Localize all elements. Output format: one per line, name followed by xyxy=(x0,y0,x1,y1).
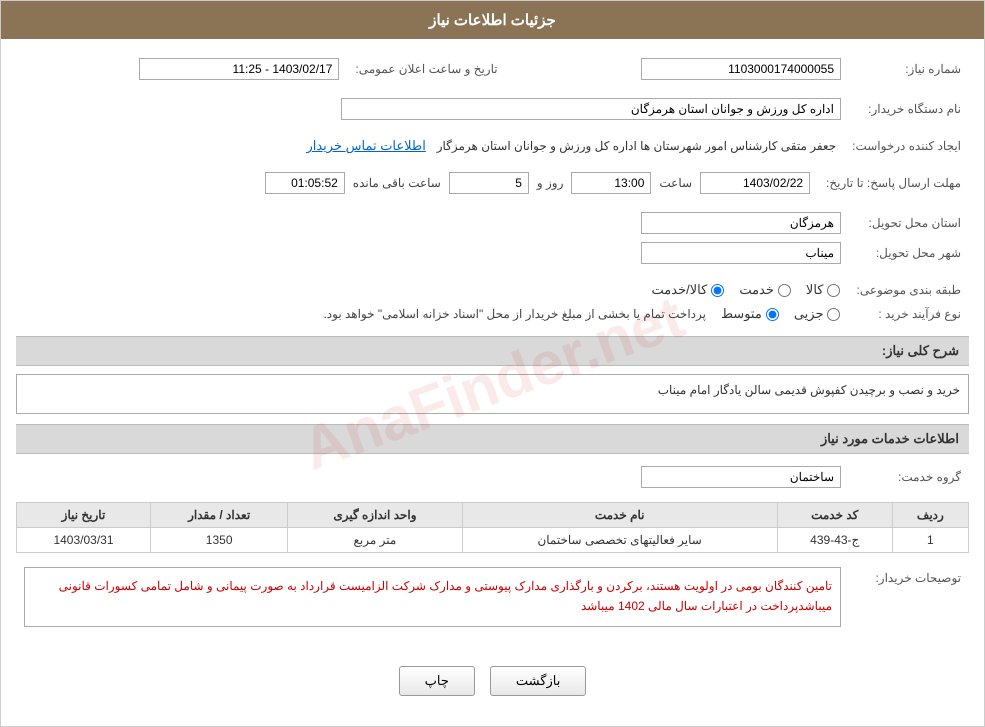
radio-motovaset[interactable] xyxy=(766,308,779,321)
shomara-input[interactable] xyxy=(641,58,841,80)
table-row: 1ج-43-439سایر فعالیتهای تخصصی ساختمانمتر… xyxy=(17,528,969,553)
label-shahr: شهر محل تحویل: xyxy=(849,238,969,268)
button-group: بازگشت چاپ xyxy=(16,651,969,711)
page-title: جزئیات اطلاعات نیاز xyxy=(1,1,984,39)
date-input[interactable] xyxy=(700,172,810,194)
ijad-value: جعفر متقی کارشناس امور شهرستان ها اداره … xyxy=(16,134,844,158)
label-shomara: شماره نیاز: xyxy=(849,54,969,84)
label-ostan: استان محل تحویل: xyxy=(849,208,969,238)
khadamat-section-title: اطلاعات خدمات مورد نیاز xyxy=(16,424,969,454)
tarikh-value xyxy=(16,54,347,84)
cell-radif: 1 xyxy=(892,528,968,553)
noe-description: پرداخت تمام یا بخشی از مبلغ خریدار از مح… xyxy=(323,307,706,321)
dastgah-value xyxy=(16,94,849,124)
radio-kala-label[interactable]: کالا xyxy=(806,282,841,298)
mohlat-fields: ساعت روز و ساعت باقی مانده xyxy=(16,168,818,198)
noe-radios: جزیی متوسط پرداخت تمام یا بخشی از مبلغ خ… xyxy=(16,302,848,326)
back-button[interactable]: بازگشت xyxy=(490,666,586,696)
group-input[interactable] xyxy=(641,466,841,488)
group-value xyxy=(16,462,849,492)
label-roz: روز و xyxy=(537,176,564,190)
col-tedad: تعداد / مقدار xyxy=(150,503,287,528)
cell-nam: سایر فعالیتهای تخصصی ساختمان xyxy=(462,528,777,553)
radio-kala[interactable] xyxy=(827,284,840,297)
shahr-input[interactable] xyxy=(641,242,841,264)
cell-kod: ج-43-439 xyxy=(777,528,892,553)
radio-jozvi[interactable] xyxy=(827,308,840,321)
label-ijad: ایجاد کننده درخواست: xyxy=(844,134,969,158)
label-tabaqe: طبقه بندی موضوعی: xyxy=(848,278,969,302)
label-tarikh: تاریخ و ساعت اعلان عمومی: xyxy=(347,54,517,84)
label-tawzih: توصیحات خریدار: xyxy=(849,563,969,641)
shomara-value xyxy=(518,54,849,84)
services-table: ردیف کد خدمت نام خدمت واحد اندازه گیری ت… xyxy=(16,502,969,553)
ostan-input[interactable] xyxy=(641,212,841,234)
label-group: گروه خدمت: xyxy=(849,462,969,492)
col-kod: کد خدمت xyxy=(777,503,892,528)
ettela-link[interactable]: اطلاعات تماس خریدار xyxy=(306,138,425,153)
cell-tarikh: 1403/03/31 xyxy=(17,528,151,553)
label-noe: نوع فرآیند خرید : xyxy=(848,302,969,326)
tawzih-box: تامین کنندگان بومی در اولویت هستند، برکر… xyxy=(16,563,849,641)
shahr-value xyxy=(16,238,849,268)
cell-tedad: 1350 xyxy=(150,528,287,553)
label-saat: ساعت xyxy=(659,176,692,190)
cell-vahed: متر مربع xyxy=(288,528,462,553)
saat-input[interactable] xyxy=(571,172,651,194)
col-vahed: واحد اندازه گیری xyxy=(288,503,462,528)
ostan-value xyxy=(16,208,849,238)
label-mohlat: مهلت ارسال پاسخ: تا تاریخ: xyxy=(818,168,969,198)
sharh-section-title: شرح کلی نیاز: xyxy=(16,336,969,366)
col-nam: نام خدمت xyxy=(462,503,777,528)
baqi-input[interactable] xyxy=(265,172,345,194)
radio-jozvi-label[interactable]: جزیی xyxy=(794,306,841,322)
print-button[interactable]: چاپ xyxy=(399,666,475,696)
radio-motovaset-label[interactable]: متوسط xyxy=(721,306,779,322)
label-dastgah: نام دستگاه خریدار: xyxy=(849,94,969,124)
tawzih-content: تامین کنندگان بومی در اولویت هستند، برکر… xyxy=(24,567,841,627)
dastgah-input[interactable] xyxy=(341,98,841,120)
radio-khedmat[interactable] xyxy=(778,284,791,297)
col-radif: ردیف xyxy=(892,503,968,528)
radio-kala-khedmat[interactable] xyxy=(711,284,724,297)
sharh-box: خرید و نصب و برچیدن کفپوش قدیمی سالن یاد… xyxy=(16,374,969,414)
tarikh-input[interactable] xyxy=(139,58,339,80)
roz-input[interactable] xyxy=(449,172,529,194)
tabaqe-radios: کالا خدمت کالا/خدمت xyxy=(16,278,848,302)
radio-khedmat-label[interactable]: خدمت xyxy=(739,282,791,298)
col-tarikh: تاریخ نیاز xyxy=(17,503,151,528)
label-baqi: ساعت باقی مانده xyxy=(353,176,441,190)
radio-kala-khedmat-label[interactable]: کالا/خدمت xyxy=(652,282,725,298)
